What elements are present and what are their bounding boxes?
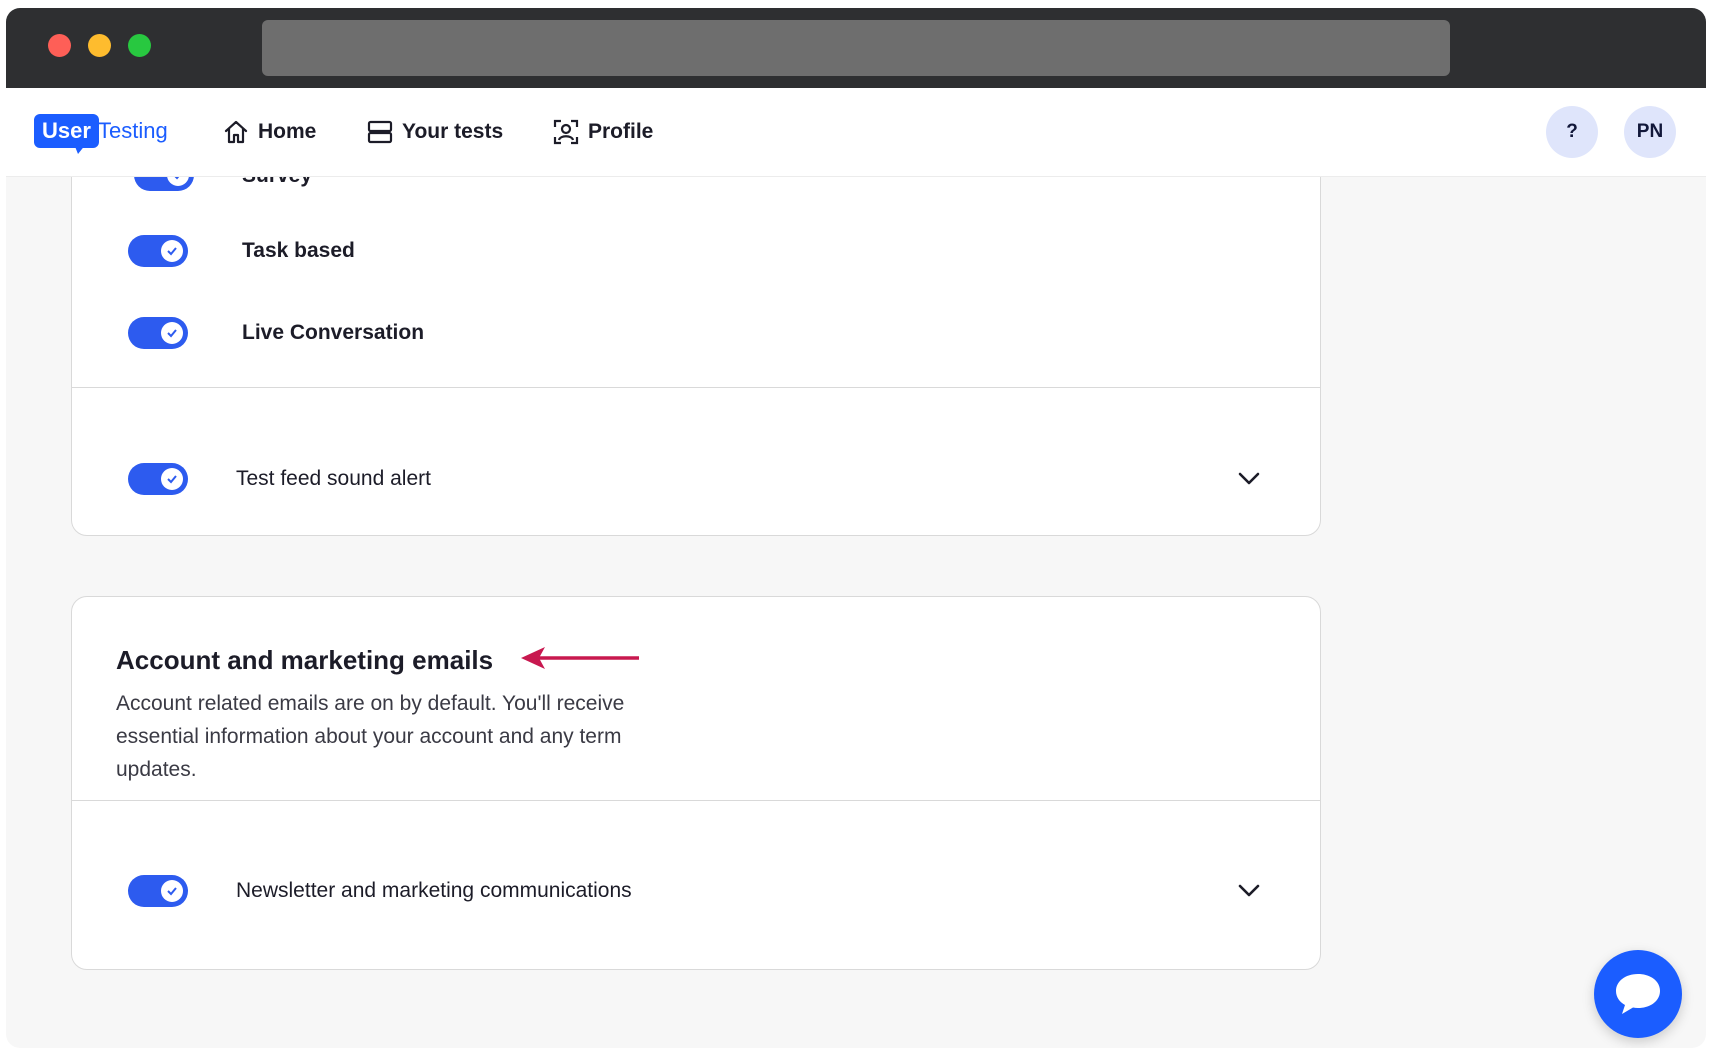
nav-home-label: Home xyxy=(258,120,317,143)
sound-alert-toggle[interactable] xyxy=(128,463,188,495)
survey-toggle[interactable] xyxy=(134,176,194,191)
account-emails-card: Account and marketing emails Account rel… xyxy=(71,596,1321,970)
section-title: Account and marketing emails xyxy=(116,645,494,675)
tests-icon xyxy=(367,120,393,144)
section-description: Account related emails are on by default… xyxy=(116,692,625,781)
annotation-arrow-icon xyxy=(521,647,639,669)
sound-alert-label: Test feed sound alert xyxy=(236,467,431,490)
check-icon xyxy=(161,468,183,490)
close-window-button[interactable] xyxy=(48,34,71,57)
settings-content: Survey Task based Live Conversation Test… xyxy=(6,176,1706,1048)
profile-icon xyxy=(553,119,579,145)
nav-profile[interactable]: Profile xyxy=(552,116,653,148)
browser-window: User Testing Home Your tests Profile ? P… xyxy=(6,8,1706,1048)
help-button[interactable]: ? xyxy=(1546,106,1598,158)
user-avatar[interactable]: PN xyxy=(1624,106,1676,158)
newsletter-label: Newsletter and marketing communications xyxy=(236,879,632,902)
survey-label: Survey xyxy=(242,176,312,188)
task-based-toggle[interactable] xyxy=(128,235,188,267)
chat-bubble-icon xyxy=(1616,974,1660,1014)
maximize-window-button[interactable] xyxy=(128,34,151,57)
live-conversation-toggle[interactable] xyxy=(128,317,188,349)
card-divider xyxy=(72,387,1320,388)
check-icon xyxy=(167,176,189,186)
home-icon xyxy=(224,120,248,144)
nav-profile-label: Profile xyxy=(588,120,654,143)
nav-your-tests-label: Your tests xyxy=(402,120,504,143)
task-based-label: Task based xyxy=(242,239,355,262)
check-icon xyxy=(161,240,183,262)
minimize-window-button[interactable] xyxy=(88,34,111,57)
test-notifications-card: Survey Task based Live Conversation Test… xyxy=(71,176,1321,536)
nav-your-tests[interactable]: Your tests xyxy=(366,116,503,148)
live-conversation-label: Live Conversation xyxy=(242,321,425,344)
top-navigation: User Testing Home Your tests Profile ? P… xyxy=(6,88,1706,177)
check-icon xyxy=(161,322,183,344)
chat-button[interactable] xyxy=(1594,950,1682,1038)
chevron-down-icon[interactable] xyxy=(1236,877,1262,903)
logo-tail-icon xyxy=(74,144,86,154)
logo-user-text: User xyxy=(34,114,99,148)
card-divider xyxy=(72,800,1320,801)
browser-titlebar xyxy=(6,8,1706,88)
chevron-down-icon[interactable] xyxy=(1236,465,1262,491)
check-icon xyxy=(161,880,183,902)
logo-testing-text: Testing xyxy=(98,118,168,143)
nav-home[interactable]: Home xyxy=(222,116,316,148)
address-bar[interactable] xyxy=(262,20,1450,76)
newsletter-toggle[interactable] xyxy=(128,875,188,907)
